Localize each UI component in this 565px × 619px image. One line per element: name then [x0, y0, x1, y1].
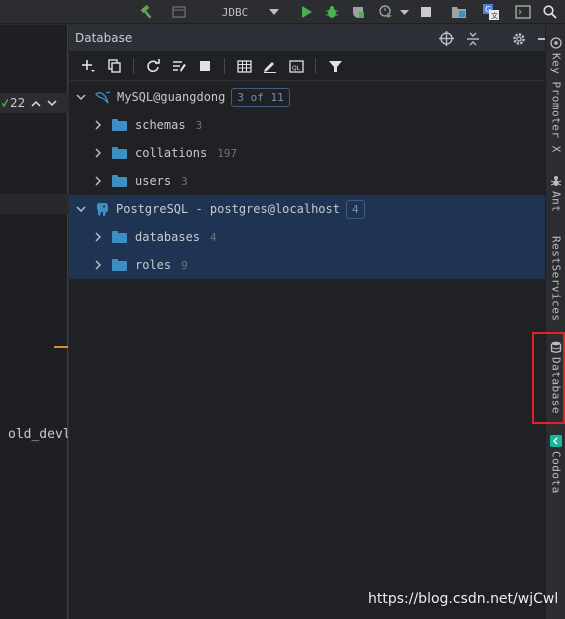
- svg-text:QL: QL: [292, 65, 301, 72]
- chevron-down-icon[interactable]: [266, 3, 282, 21]
- chevron-right-icon[interactable]: [92, 147, 104, 159]
- right-tool-strip: Key Promoter X Ant RestServices Database…: [545, 25, 565, 619]
- node-label: roles: [135, 258, 172, 272]
- tab-label: Codota: [549, 451, 563, 494]
- sql-console-icon[interactable]: QL: [285, 55, 307, 77]
- chevron-right-icon[interactable]: [92, 119, 104, 131]
- collapse-all-icon[interactable]: [466, 32, 480, 46]
- chevron-down-icon[interactable]: [75, 91, 87, 103]
- tab-restservices[interactable]: RestServices: [546, 232, 565, 321]
- mysql-dolphin-icon: [95, 91, 111, 104]
- current-line: [0, 194, 68, 214]
- node-count: 197: [217, 146, 238, 160]
- coverage-shield-icon[interactable]: [348, 3, 368, 21]
- annotation-highlight-box: [532, 332, 565, 424]
- main-toolbar: JDBC G文: [0, 0, 565, 24]
- tree-node-databases[interactable]: databases 4: [69, 223, 545, 251]
- gear-icon[interactable]: [512, 32, 526, 46]
- datasource-badge: 4: [345, 199, 365, 219]
- inspection-bar: 22: [0, 93, 68, 113]
- key-promoter-icon: [550, 37, 562, 49]
- datasource-mysql[interactable]: MySQL@guangdong 3 of 11: [69, 83, 545, 111]
- tree-node-collations[interactable]: collations 197: [69, 139, 545, 167]
- terminal-icon[interactable]: [514, 3, 532, 21]
- folder-icon: [112, 147, 127, 159]
- window-icon[interactable]: [170, 3, 188, 21]
- svg-text:文: 文: [491, 11, 498, 20]
- node-label: users: [135, 174, 172, 188]
- edit-pencil-icon[interactable]: [259, 55, 281, 77]
- folder-icon: [112, 259, 127, 271]
- tab-key-promoter[interactable]: Key Promoter X: [546, 37, 565, 153]
- warning-count: 22: [10, 96, 26, 110]
- node-count: 9: [181, 258, 188, 272]
- database-tool-window: Database QL MySQL@guangdong 3 of 11 sche…: [69, 25, 550, 619]
- change-marker: [54, 346, 68, 348]
- profiler-chevron-down-icon[interactable]: [397, 3, 411, 21]
- tree-node-schemas[interactable]: schemas 3: [69, 111, 545, 139]
- table-editor-icon[interactable]: [233, 55, 255, 77]
- debug-bug-icon[interactable]: [322, 3, 342, 21]
- refresh-icon[interactable]: [142, 55, 164, 77]
- chevron-down-icon[interactable]: [47, 99, 57, 107]
- node-count: 3: [181, 174, 188, 188]
- build-hammer-icon[interactable]: [138, 3, 156, 21]
- schema-settings-icon[interactable]: [168, 55, 190, 77]
- watermark-text: https://blog.csdn.net/wjCwl: [368, 591, 559, 607]
- tab-label: Ant: [549, 191, 563, 213]
- node-count: 4: [210, 230, 217, 244]
- warning-indicator[interactable]: 22: [2, 96, 25, 110]
- toolbar-separator: [315, 58, 316, 74]
- tab-codota[interactable]: Codota: [546, 435, 565, 494]
- project-structure-icon[interactable]: [450, 3, 468, 21]
- stop-icon[interactable]: [194, 55, 216, 77]
- run-config-selector[interactable]: JDBC: [205, 3, 265, 21]
- add-icon[interactable]: [77, 55, 99, 77]
- chevron-down-icon[interactable]: [75, 203, 87, 215]
- copy-icon[interactable]: [103, 55, 125, 77]
- tab-label: RestServices: [549, 236, 563, 322]
- filter-icon[interactable]: [324, 55, 346, 77]
- folder-icon: [112, 119, 127, 131]
- ant-icon: [550, 176, 562, 186]
- node-label: collations: [135, 146, 208, 160]
- toolbar-separator: [133, 58, 134, 74]
- check-icon: [2, 99, 8, 107]
- datasource-label: MySQL@guangdong: [117, 90, 226, 104]
- datasource-badge: 3 of 11: [231, 87, 290, 107]
- node-label: databases: [135, 230, 201, 244]
- chevron-right-icon[interactable]: [92, 175, 104, 187]
- chevron-right-icon[interactable]: [92, 259, 104, 271]
- datasource-postgresql[interactable]: PostgreSQL - postgres@localhost 4: [69, 195, 545, 223]
- postgresql-elephant-icon: [97, 202, 108, 216]
- tree-node-users[interactable]: users 3: [69, 167, 545, 195]
- editor-area[interactable]: 22 old_devl: [0, 25, 68, 619]
- chevron-right-icon[interactable]: [92, 231, 104, 243]
- stop-icon[interactable]: [418, 3, 434, 21]
- panel-title: Database: [75, 31, 133, 45]
- toolbar-separator: [224, 58, 225, 74]
- profiler-clock-icon[interactable]: [376, 3, 396, 21]
- folder-icon: [112, 175, 127, 187]
- run-config-label: JDBC: [221, 5, 249, 19]
- panel-header: Database: [69, 25, 550, 52]
- tree-node-roles[interactable]: roles 9: [69, 251, 545, 279]
- code-text: old_devl: [8, 427, 68, 442]
- node-count: 3: [195, 118, 203, 132]
- tab-label: Key Promoter X: [549, 53, 563, 153]
- node-label: schemas: [135, 118, 186, 132]
- search-icon[interactable]: [541, 3, 559, 21]
- database-toolbar: QL: [69, 52, 545, 81]
- tab-ant[interactable]: Ant: [546, 175, 565, 212]
- run-play-icon[interactable]: [298, 3, 316, 21]
- codota-icon: [550, 435, 562, 447]
- folder-icon: [112, 231, 127, 243]
- chevron-up-icon[interactable]: [31, 100, 41, 107]
- crosshair-icon[interactable]: [439, 31, 454, 46]
- datasource-label: PostgreSQL - postgres@localhost: [116, 202, 340, 216]
- translate-icon[interactable]: G文: [482, 3, 500, 21]
